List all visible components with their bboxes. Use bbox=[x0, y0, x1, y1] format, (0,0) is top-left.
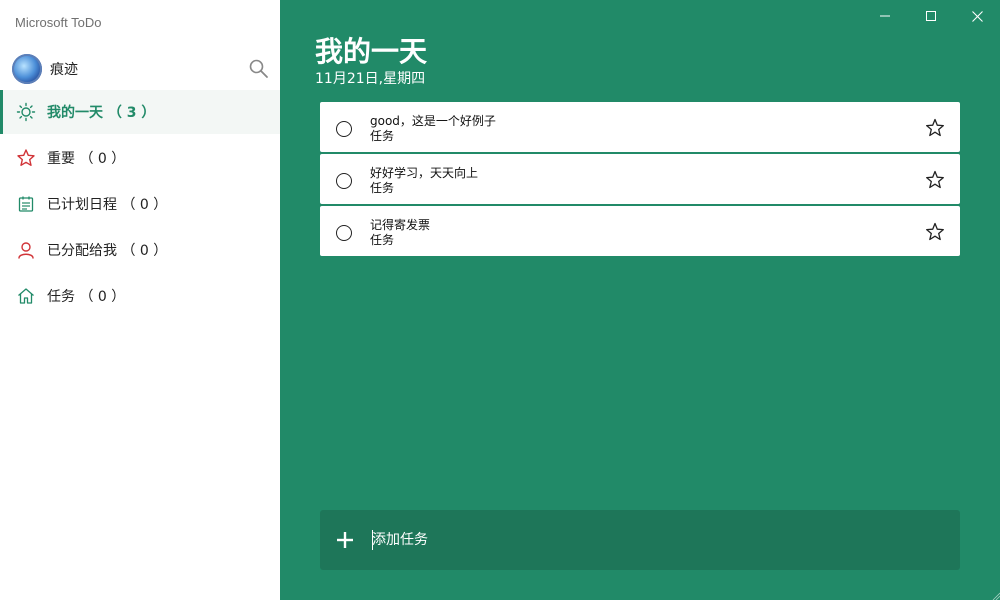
task-item[interactable]: good，这是一个好例子 任务 bbox=[320, 102, 960, 152]
home-icon bbox=[18, 288, 34, 304]
window-controls bbox=[862, 0, 1000, 32]
star-icon[interactable] bbox=[924, 169, 946, 191]
task-complete-checkbox[interactable] bbox=[336, 225, 352, 241]
task-complete-checkbox[interactable] bbox=[336, 121, 352, 137]
sidebar-item-assigned-to-me[interactable]: 已分配给我 （ 0 ） bbox=[0, 228, 280, 272]
minimize-icon bbox=[880, 15, 890, 17]
sidebar-item-my-day[interactable]: 我的一天 （ 3 ） bbox=[0, 90, 280, 134]
sidebar-item-important[interactable]: 重要 （ 0 ） bbox=[0, 136, 280, 180]
task-list-name: 任务 bbox=[370, 233, 395, 247]
star-icon[interactable] bbox=[924, 117, 946, 139]
task-list: good，这是一个好例子 任务 好好学习，天天向上 任务 记得寄发票 任务 bbox=[320, 102, 960, 258]
calendar-icon bbox=[18, 196, 34, 212]
sidebar-item-label: 已计划日程 （ 0 ） bbox=[47, 197, 168, 213]
close-button[interactable] bbox=[954, 0, 1000, 32]
sidebar-item-label: 我的一天 （ 3 ） bbox=[47, 105, 156, 121]
avatar[interactable] bbox=[12, 54, 42, 84]
star-icon[interactable] bbox=[924, 221, 946, 243]
app-window: Microsoft ToDo 痕迹 我的一天 （ 3 ） 重要 （ 0 ） 已计… bbox=[0, 0, 1000, 600]
user-profile[interactable]: 痕迹 bbox=[12, 54, 270, 84]
maximize-icon bbox=[926, 11, 936, 21]
username: 痕迹 bbox=[50, 62, 78, 78]
person-icon bbox=[18, 242, 34, 259]
task-list-name: 任务 bbox=[370, 129, 395, 143]
sidebar-item-tasks[interactable]: 任务 （ 0 ） bbox=[0, 274, 280, 318]
sidebar-item-label: 任务 （ 0 ） bbox=[47, 289, 126, 305]
main-panel: 我的一天 11月21日,星期四 good，这是一个好例子 任务 好好学习，天天向… bbox=[280, 0, 1000, 600]
task-complete-checkbox[interactable] bbox=[336, 173, 352, 189]
page-title: 我的一天 bbox=[315, 35, 428, 68]
task-list-name: 任务 bbox=[370, 181, 395, 195]
resize-grip-icon[interactable] bbox=[990, 590, 1000, 600]
sidebar: Microsoft ToDo 痕迹 我的一天 （ 3 ） 重要 （ 0 ） 已计… bbox=[0, 0, 280, 600]
search-icon bbox=[249, 59, 268, 78]
sidebar-item-planned[interactable]: 已计划日程 （ 0 ） bbox=[0, 182, 280, 226]
minimize-button[interactable] bbox=[862, 0, 908, 32]
add-task-input[interactable] bbox=[372, 529, 932, 551]
page-date: 11月21日,星期四 bbox=[315, 71, 426, 87]
app-title: Microsoft ToDo bbox=[15, 15, 102, 30]
add-task-bar[interactable] bbox=[320, 510, 960, 570]
close-icon bbox=[971, 10, 983, 22]
task-item[interactable]: 记得寄发票 任务 bbox=[320, 206, 960, 256]
search-button[interactable] bbox=[248, 58, 270, 80]
sidebar-item-label: 已分配给我 （ 0 ） bbox=[47, 243, 168, 259]
task-item[interactable]: 好好学习，天天向上 任务 bbox=[320, 154, 960, 204]
star-icon bbox=[17, 149, 35, 166]
sun-icon bbox=[16, 102, 36, 122]
maximize-button[interactable] bbox=[908, 0, 954, 32]
sidebar-item-label: 重要 （ 0 ） bbox=[47, 151, 126, 167]
sidebar-nav: 我的一天 （ 3 ） 重要 （ 0 ） 已计划日程 （ 0 ） 已分配给我 （ … bbox=[0, 90, 280, 320]
plus-icon[interactable] bbox=[335, 530, 355, 550]
